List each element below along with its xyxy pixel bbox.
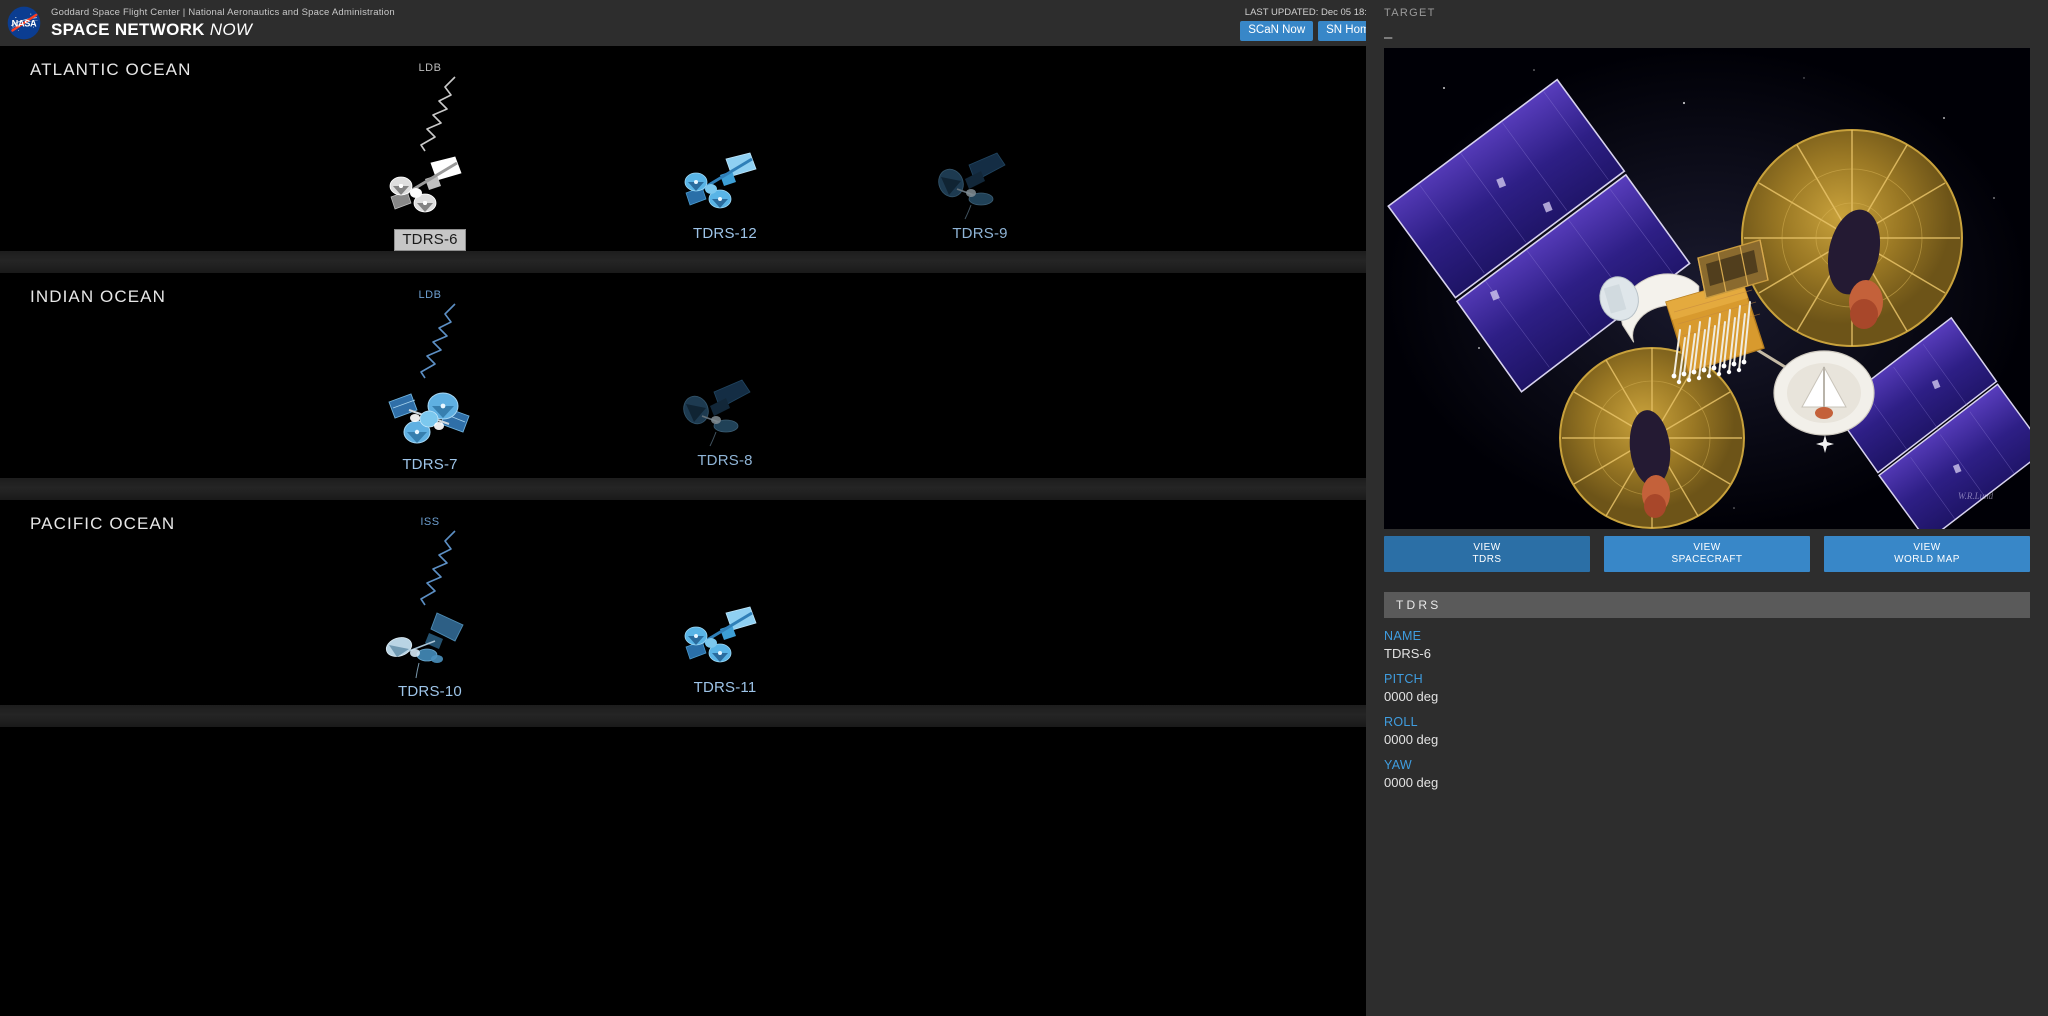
nasa-logo-icon: NASA — [7, 6, 41, 40]
satellite-icon — [938, 152, 1006, 220]
satellite-name-label[interactable]: TDRS-6 — [394, 229, 466, 251]
view-button-line1: VIEW — [1913, 541, 1941, 553]
tdrs-field-list: NAME TDRS-6 PITCH 0000 deg ROLL 0000 deg YAW 00… — [1384, 629, 2030, 790]
view-tdrs-button[interactable]: VIEW TDRS — [1384, 536, 1590, 572]
section-divider — [0, 251, 1366, 273]
satellite-name-label[interactable]: TDRS-9 — [952, 225, 1007, 242]
signal-link-line — [420, 303, 456, 379]
header-subtitle: Goddard Space Flight Center | National A… — [51, 7, 395, 19]
field-value: 0000 deg — [1384, 732, 1439, 747]
detail-field: YAW 0000 deg — [1384, 758, 2030, 790]
satellite-name-label[interactable]: TDRS-11 — [694, 679, 757, 696]
satellite-name-label[interactable]: TDRS-8 — [697, 452, 752, 469]
satellite-name-label[interactable]: TDRS-12 — [693, 225, 757, 242]
section-divider — [0, 705, 1366, 727]
ocean-section: INDIAN OCEAN LDB TDRS-7 TDRS-8 — [0, 273, 1366, 478]
title-block: Goddard Space Flight Center | National A… — [51, 8, 395, 38]
satellite-icon — [389, 156, 462, 213]
signal-link-line — [420, 76, 456, 152]
satellite-icon — [385, 612, 464, 679]
link-target-label[interactable]: ISS — [420, 516, 439, 528]
view-button-line2: TDRS — [1472, 554, 1502, 565]
tdrs-section-header: TDRS — [1384, 592, 2030, 618]
satellite-item[interactable]: TDRS-9 — [890, 149, 1070, 242]
view-button-line2: WORLD MAP — [1894, 554, 1960, 565]
tdrs-spacecraft-illustration: W.R.Lund — [1384, 48, 2030, 529]
satellite-item[interactable]: LDB TDRS-7 — [340, 289, 520, 473]
view-button-group: VIEW TDRS VIEW SPACECRAFT VIEW WORLD MAP — [1384, 536, 2030, 572]
ocean-section: PACIFIC OCEAN ISS TDRS-10 TDRS-11 — [0, 500, 1366, 705]
satellite-name-label[interactable]: TDRS-7 — [402, 456, 457, 473]
view-world-map-button[interactable]: VIEW WORLD MAP — [1824, 536, 2030, 572]
view-button-line1: VIEW — [1693, 541, 1721, 553]
detail-field: PITCH 0000 deg — [1384, 672, 2030, 704]
signal-link-line — [420, 530, 456, 606]
satellite-item[interactable]: TDRS-8 — [635, 376, 815, 469]
field-label: ROLL — [1384, 715, 1418, 729]
target-value: – — [1384, 29, 1393, 46]
field-label: YAW — [1384, 758, 1412, 772]
ocean-section-title: PACIFIC OCEAN — [30, 514, 176, 533]
satellite-icon — [684, 152, 757, 209]
view-button-line2: SPACECRAFT — [1671, 554, 1743, 565]
field-value: 0000 deg — [1384, 689, 1439, 704]
field-value: 0000 deg — [1384, 775, 1439, 790]
ocean-section-title: ATLANTIC OCEAN — [30, 60, 192, 79]
title-main-text: SPACE NETWORK — [51, 19, 205, 39]
view-spacecraft-button[interactable]: VIEW SPACECRAFT — [1604, 536, 1810, 572]
field-value: TDRS-6 — [1384, 646, 1431, 661]
detail-field: NAME TDRS-6 — [1384, 629, 2030, 661]
field-label: NAME — [1384, 629, 1422, 643]
ocean-sections-pane: ATLANTIC OCEAN LDB TDRS-6 TDRS-12 TDRS-9… — [0, 46, 1366, 1016]
svg-text:W.R.Lund: W.R.Lund — [1958, 491, 1994, 501]
satellite-icon — [388, 392, 470, 444]
satellite-icon — [683, 379, 751, 447]
scan-now-button[interactable]: SCaN Now — [1240, 21, 1314, 42]
detail-field: ROLL 0000 deg — [1384, 715, 2030, 747]
ocean-section-title: INDIAN OCEAN — [30, 287, 166, 306]
view-button-line1: VIEW — [1473, 541, 1501, 553]
target-label: TARGET — [1384, 7, 1436, 19]
satellite-item[interactable]: ISS TDRS-10 — [340, 516, 520, 700]
page-title: SPACE NETWORK NOW — [51, 21, 395, 38]
satellite-item[interactable]: LDB TDRS-6 — [340, 62, 520, 251]
link-target-label[interactable]: LDB — [419, 289, 442, 301]
satellite-icon — [684, 606, 757, 663]
title-italic-text: NOW — [209, 19, 253, 39]
satellite-item[interactable]: TDRS-12 — [635, 149, 815, 242]
svg-text:NASA: NASA — [12, 18, 37, 28]
link-target-label[interactable]: LDB — [419, 62, 442, 74]
satellite-item[interactable]: TDRS-11 — [635, 603, 815, 696]
field-label: PITCH — [1384, 672, 1423, 686]
section-divider — [0, 478, 1366, 500]
ocean-section: ATLANTIC OCEAN LDB TDRS-6 TDRS-12 TDRS-9 — [0, 46, 1366, 251]
satellite-name-label[interactable]: TDRS-10 — [398, 683, 462, 700]
detail-panel: TARGET – W.R.Lund VIEW TDRS VIEW SPACECR… — [1366, 0, 2048, 1016]
